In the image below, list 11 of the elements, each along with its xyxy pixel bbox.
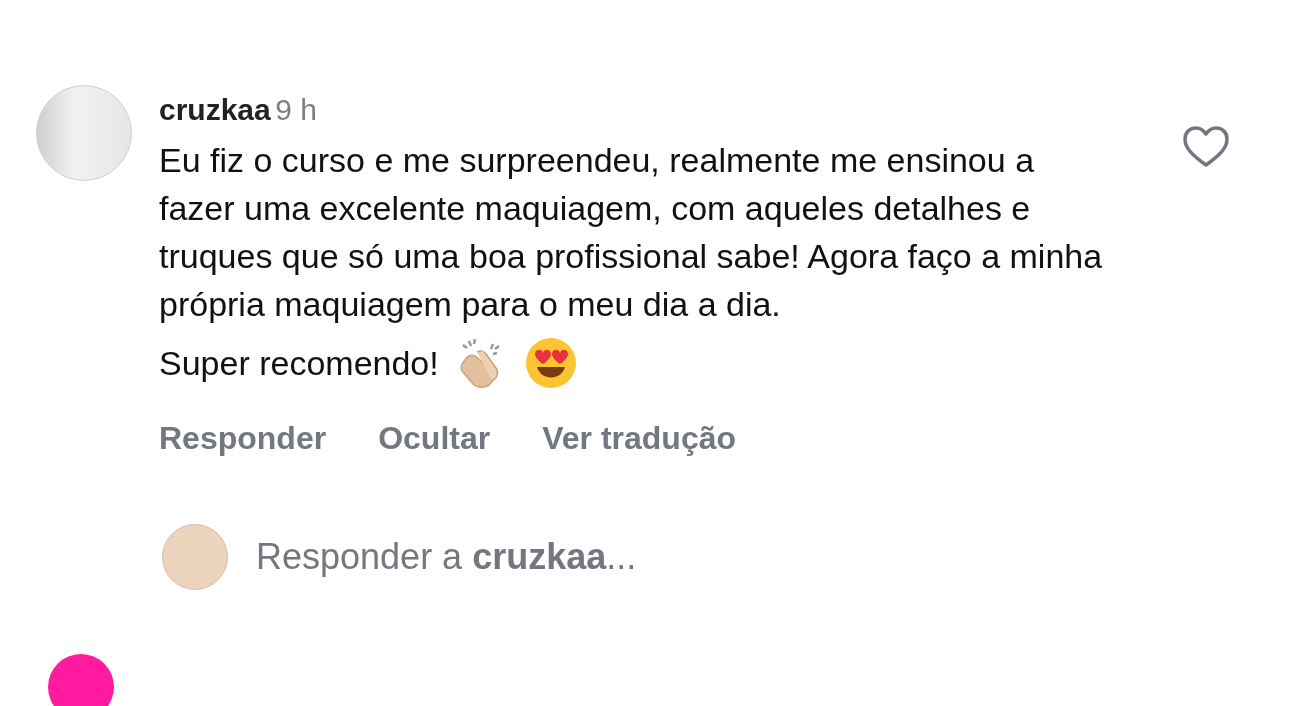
comment-text: Eu fiz o curso e me surpreendeu, realmente me ensinou a fazer uma excelente maquiagem, com aqueles detalhes e truques que só uma boa profissional sabe! Agora faço a minha própria maquiagem para o meu dia a dia. xyxy=(159,140,1104,325)
reply-input-field[interactable]: Responder a cruzkaa... xyxy=(256,530,637,584)
heart-eyes-face-icon xyxy=(524,337,577,389)
comment-time: 9 h xyxy=(275,93,317,126)
comment-action-link[interactable]: Ver tradução xyxy=(542,414,737,462)
like-button[interactable] xyxy=(1182,125,1230,169)
profile-photo[interactable] xyxy=(48,654,114,706)
username[interactable]: cruzkaa xyxy=(159,93,271,126)
comment-action-link[interactable]: Ocultar xyxy=(378,414,491,462)
comment-closing-text: Super recomendo! xyxy=(159,343,439,384)
comment-action-link[interactable]: Responder xyxy=(159,414,327,462)
